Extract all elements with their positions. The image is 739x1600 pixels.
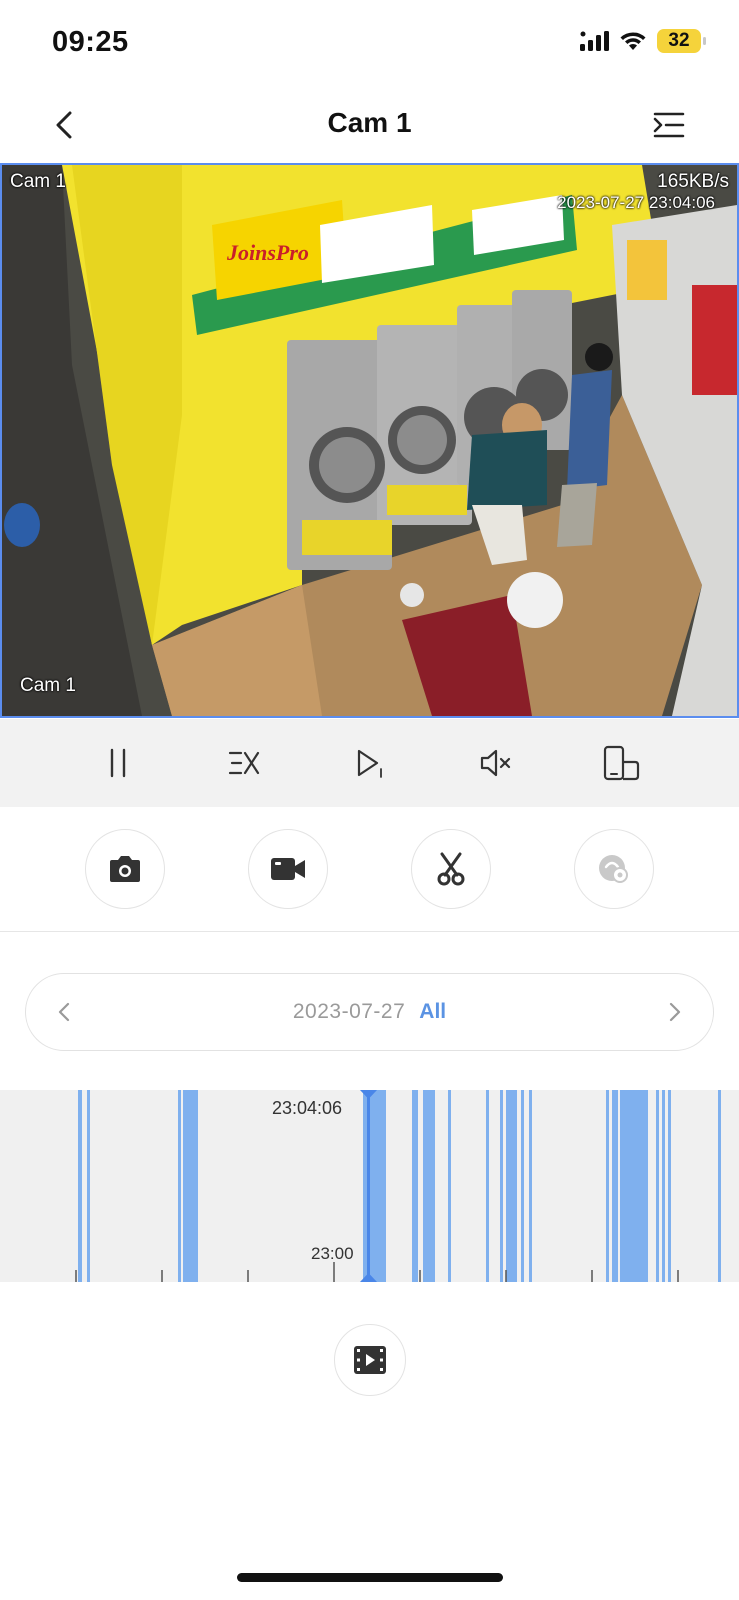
osd-timestamp: 2023-07-27 23:04:06: [557, 193, 715, 212]
chevron-right-icon: [669, 1002, 681, 1022]
selected-date[interactable]: 2023-07-27: [293, 1000, 405, 1024]
record-button[interactable]: [248, 829, 329, 909]
pause-icon: [110, 748, 126, 778]
camera-icon: [110, 856, 141, 882]
signal-icon: [580, 31, 609, 51]
previous-day-button[interactable]: [48, 996, 80, 1028]
timeline-current-time: 23:04:06: [272, 1098, 343, 1118]
status-bar: 09:25 32: [0, 0, 739, 90]
orientation-button[interactable]: [597, 739, 645, 787]
video-list-button[interactable]: [334, 1324, 406, 1396]
video-camera-icon: [271, 858, 306, 880]
status-icons: 32: [579, 29, 706, 53]
playback-controls: [0, 719, 739, 807]
timeline-tick-label: 23:00: [311, 1244, 354, 1263]
next-day-button[interactable]: [659, 996, 691, 1028]
clip-button[interactable]: [410, 829, 491, 909]
chevron-left-icon: [58, 1002, 70, 1022]
rotate-screen-icon: [603, 745, 640, 781]
nav-bar: Cam 1: [0, 95, 739, 155]
date-selector: 2023-07-27 All: [25, 973, 714, 1051]
osd-camera-label-bottom: Cam 1: [20, 675, 76, 696]
speed-1x-icon: [228, 751, 259, 775]
video-player[interactable]: JoinsPro Cam 1 165KB/s 2023-07-27 23:04:…: [0, 163, 739, 718]
camera-feed-image: JoinsPro: [2, 165, 737, 716]
scissors-icon: [437, 852, 465, 886]
play-frame-icon: [358, 749, 383, 778]
speed-button[interactable]: [220, 739, 268, 787]
frame-step-button[interactable]: [345, 739, 393, 787]
action-buttons: [0, 807, 739, 932]
home-indicator: [237, 1573, 503, 1582]
pause-button[interactable]: [94, 739, 142, 787]
page-title: Cam 1: [327, 107, 412, 138]
osd-bitrate: 165KB/s: [657, 171, 729, 192]
mute-button[interactable]: [471, 739, 519, 787]
smart-search-icon: [598, 855, 628, 883]
timeline-track: [75, 1090, 721, 1282]
wifi-icon: [620, 32, 646, 50]
osd-camera-label: Cam 1: [10, 171, 66, 192]
status-time: 09:25: [52, 26, 129, 58]
recording-segments: [78, 1090, 721, 1282]
svg-text:JoinsPro: JoinsPro: [226, 240, 309, 265]
snapshot-button[interactable]: [85, 829, 166, 909]
battery-icon: 32: [657, 29, 706, 53]
timeline-scrubber[interactable]: 23:04:06 23:00: [0, 1090, 739, 1282]
speaker-muted-icon: [481, 749, 511, 777]
smart-search-button[interactable]: [573, 829, 654, 909]
video-list-icon: [354, 1346, 386, 1374]
menu-button[interactable]: [651, 107, 687, 143]
event-filter[interactable]: All: [419, 1000, 446, 1024]
list-collapse-icon: [653, 112, 685, 138]
